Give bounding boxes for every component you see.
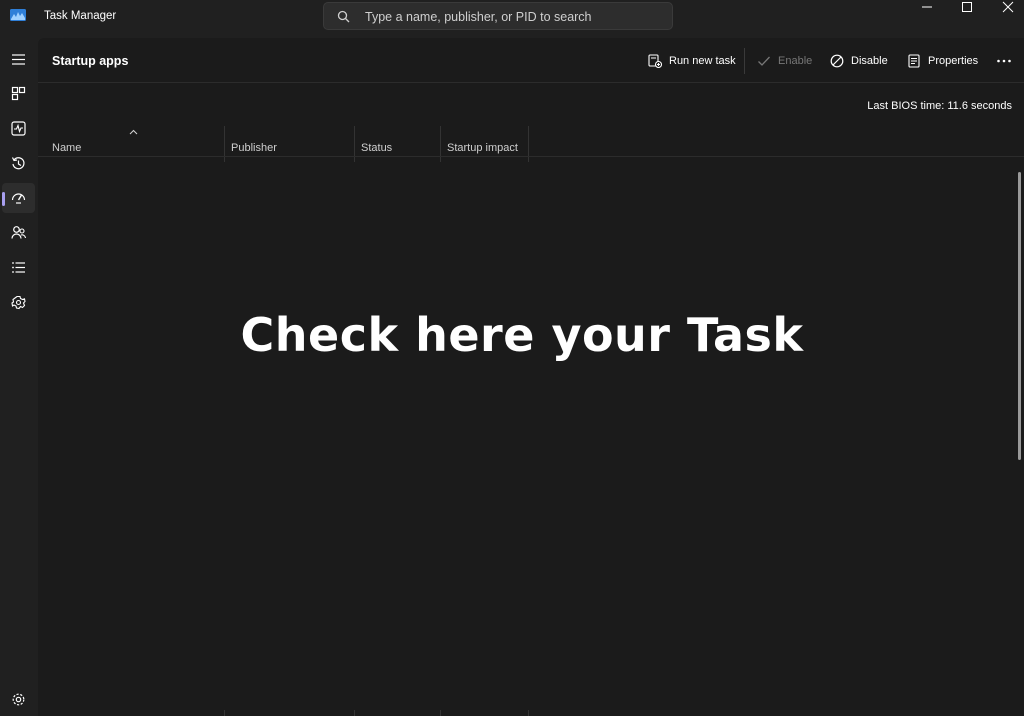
properties-button[interactable]: Properties: [907, 50, 978, 72]
settings-icon: [12, 693, 25, 706]
active-indicator: [2, 192, 5, 206]
nav-menu-button[interactable]: [2, 45, 35, 75]
column-divider: [440, 710, 441, 716]
column-header-publisher-label: Publisher: [231, 142, 277, 154]
users-icon: [11, 226, 26, 239]
last-bios-time: Last BIOS time: 11.6 seconds: [867, 100, 1012, 112]
more-options-button[interactable]: [996, 50, 1019, 72]
nav-item-performance[interactable]: [2, 114, 35, 144]
table-header-divider: [38, 156, 1024, 157]
toolbar-separator: [744, 48, 745, 74]
title-bar: Task Manager Type a name, publisher, or …: [0, 0, 1024, 38]
disable-button[interactable]: Disable: [830, 50, 888, 72]
column-divider: [354, 710, 355, 716]
close-button[interactable]: [986, 0, 1024, 14]
search-icon: [337, 10, 350, 23]
column-divider: [224, 710, 225, 716]
vertical-scrollbar[interactable]: [1018, 172, 1021, 460]
run-new-task-button[interactable]: Run new task: [648, 50, 736, 72]
maximize-button[interactable]: [946, 0, 986, 14]
hamburger-icon: [12, 54, 25, 65]
nav-rail: [0, 38, 38, 716]
run-new-task-label: Run new task: [669, 55, 736, 67]
search-input[interactable]: Type a name, publisher, or PID to search: [323, 2, 673, 30]
nav-item-startup-apps[interactable]: [2, 183, 35, 213]
column-divider: [528, 710, 529, 716]
performance-icon: [11, 121, 26, 136]
overlay-caption: Check here your Task: [240, 308, 804, 362]
enable-label: Enable: [778, 55, 813, 67]
nav-item-services[interactable]: [2, 288, 35, 318]
nav-item-app-history[interactable]: [2, 149, 35, 179]
minimize-icon: [922, 6, 932, 8]
column-header-name-label: Name: [52, 142, 82, 154]
page-title: Startup apps: [52, 54, 129, 68]
nav-item-processes[interactable]: [2, 79, 35, 109]
sort-ascending-icon: [129, 129, 138, 135]
column-header-startup-impact-label: Startup impact: [447, 142, 518, 154]
properties-icon: [908, 54, 920, 68]
nav-item-settings[interactable]: [2, 685, 35, 715]
run-task-icon: [648, 54, 662, 68]
main-panel: Startup apps Run new task Enable Disable: [38, 38, 1024, 716]
nav-item-details[interactable]: [2, 253, 35, 283]
minimize-button[interactable]: [906, 0, 946, 14]
checkmark-icon: [758, 56, 770, 66]
more-icon: [997, 59, 1011, 63]
disable-label: Disable: [851, 55, 888, 67]
history-icon: [11, 157, 25, 170]
search-placeholder: Type a name, publisher, or PID to search: [365, 10, 592, 24]
header-divider: [38, 82, 1024, 83]
task-manager-logo-icon: [10, 9, 26, 21]
app-title: Task Manager: [44, 10, 117, 22]
processes-icon: [11, 86, 26, 101]
enable-button[interactable]: Enable: [757, 50, 812, 72]
nav-item-users[interactable]: [2, 218, 35, 248]
disable-icon: [830, 54, 844, 68]
column-header-status-label: Status: [361, 142, 393, 154]
services-icon: [11, 295, 26, 310]
close-icon: [1002, 1, 1014, 13]
properties-label: Properties: [928, 55, 979, 67]
maximize-icon: [962, 2, 972, 12]
startup-icon: [11, 193, 26, 204]
details-icon: [12, 262, 25, 273]
